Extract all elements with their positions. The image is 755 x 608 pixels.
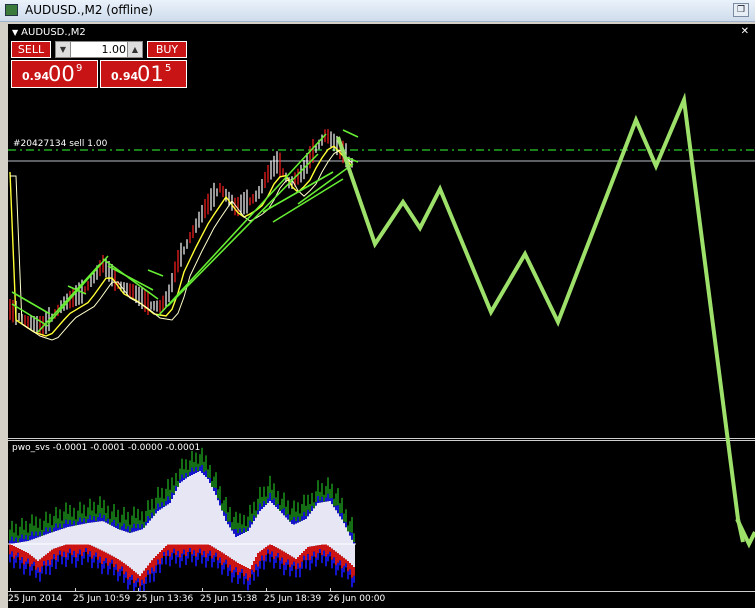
chart-window-icon bbox=[5, 4, 18, 16]
time-axis: 25 Jun 2014 25 Jun 10:59 25 Jun 13:36 25 Ju… bbox=[8, 588, 755, 608]
ask-price-prefix: 0.94 bbox=[111, 70, 139, 83]
regression-channel-line bbox=[11, 291, 51, 315]
indicator-histogram-canvas bbox=[8, 447, 356, 591]
chart-symbol-label[interactable]: ▼ AUDUSD.,M2 bbox=[12, 27, 86, 38]
regression-channel-line bbox=[67, 285, 87, 295]
ask-price-fraction: 5 bbox=[165, 63, 172, 74]
time-axis-tick bbox=[266, 588, 267, 592]
time-axis-label: 25 Jun 13:36 bbox=[136, 594, 194, 604]
time-axis-label: 25 Jun 18:39 bbox=[264, 594, 322, 604]
time-axis-label: 25 Jun 15:38 bbox=[200, 594, 258, 604]
regression-channel-line bbox=[342, 129, 359, 138]
bid-price-fraction: 9 bbox=[76, 63, 83, 74]
time-axis-tick bbox=[75, 588, 76, 592]
buy-price-button[interactable]: 0.94 01 5 bbox=[100, 60, 187, 88]
symbol-text: AUDUSD.,M2 bbox=[21, 27, 86, 38]
chart-area[interactable]: ▼ AUDUSD.,M2 ✕ SELL ▼ 1.00 ▲ BUY 0.94 00… bbox=[8, 24, 755, 608]
indicator-pane[interactable]: pwo_svs -0.0001 -0.0001 -0.0000 -0.0001 bbox=[8, 441, 755, 591]
one-click-trading-panel: SELL ▼ 1.00 ▲ BUY 0.94 00 9 0.94 01 5 bbox=[11, 40, 187, 89]
lot-decrease-icon[interactable]: ▼ bbox=[56, 42, 71, 57]
bid-price-prefix: 0.94 bbox=[22, 70, 50, 83]
regression-channel-line bbox=[147, 269, 164, 277]
lot-size-field[interactable]: ▼ 1.00 ▲ bbox=[55, 41, 143, 58]
time-axis-tick bbox=[10, 588, 11, 592]
lot-increase-icon[interactable]: ▲ bbox=[127, 42, 142, 57]
time-axis-label: 25 Jun 10:59 bbox=[73, 594, 131, 604]
bid-price-pips: 00 bbox=[48, 62, 75, 86]
time-axis-label: 25 Jun 2014 bbox=[8, 594, 63, 604]
price-pane[interactable]: ▼ AUDUSD.,M2 ✕ SELL ▼ 1.00 ▲ BUY 0.94 00… bbox=[8, 24, 755, 439]
sell-price-button[interactable]: 0.94 00 9 bbox=[11, 60, 98, 88]
time-axis-tick bbox=[330, 588, 331, 592]
buy-button[interactable]: BUY bbox=[147, 41, 187, 58]
time-axis-tick bbox=[138, 588, 139, 592]
regression-channel-line bbox=[11, 303, 49, 327]
window-titlebar[interactable]: AUDUSD.,M2 (offline) ❐ bbox=[0, 0, 755, 22]
lot-size-value[interactable]: 1.00 bbox=[72, 43, 127, 56]
order-line-label[interactable]: #20427134 sell 1.00 bbox=[13, 139, 107, 149]
time-axis-tick bbox=[202, 588, 203, 592]
dropdown-triangle-icon[interactable]: ▼ bbox=[12, 28, 18, 37]
sell-button[interactable]: SELL bbox=[11, 41, 51, 58]
time-axis-label: 26 Jun 00:00 bbox=[328, 594, 386, 604]
regression-channel-line bbox=[37, 263, 101, 333]
regression-channel-line bbox=[167, 153, 319, 307]
restore-window-button[interactable]: ❐ bbox=[733, 3, 749, 17]
ask-price-pips: 01 bbox=[137, 62, 164, 86]
close-chart-icon[interactable]: ✕ bbox=[741, 26, 749, 37]
indicator-label: pwo_svs -0.0001 -0.0001 -0.0000 -0.0001 bbox=[12, 443, 201, 453]
window-title: AUDUSD.,M2 (offline) bbox=[25, 3, 153, 17]
